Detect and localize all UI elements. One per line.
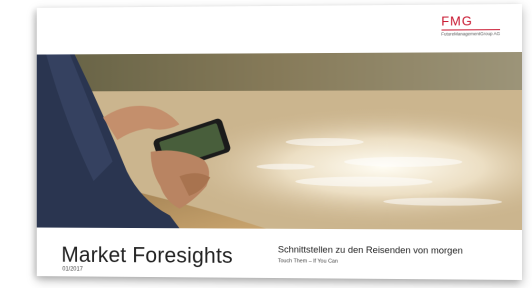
fmg-logo: FMG FutureManagementGroup AG bbox=[441, 13, 501, 38]
issue-number: 01/2017 bbox=[62, 266, 83, 273]
cover-title-block: Market Foresights 01/2017 Schnittstellen… bbox=[36, 227, 523, 280]
screenshot-stage: FMG FutureManagementGroup AG Market Fore… bbox=[0, 0, 532, 288]
report-tagline: Touch Them – If You Can bbox=[277, 258, 338, 265]
logo-mark: FMG bbox=[441, 13, 473, 29]
lakeside-smartphone-photo bbox=[36, 52, 523, 230]
logo-company-name: FutureManagementGroup AG bbox=[441, 29, 501, 38]
report-cover: FMG FutureManagementGroup AG Market Fore… bbox=[36, 4, 523, 280]
cover-photo bbox=[36, 52, 523, 230]
report-subtitle: Schnittstellen zu den Reisenden von morg… bbox=[277, 244, 463, 257]
report-title: Market Foresights bbox=[61, 242, 233, 268]
